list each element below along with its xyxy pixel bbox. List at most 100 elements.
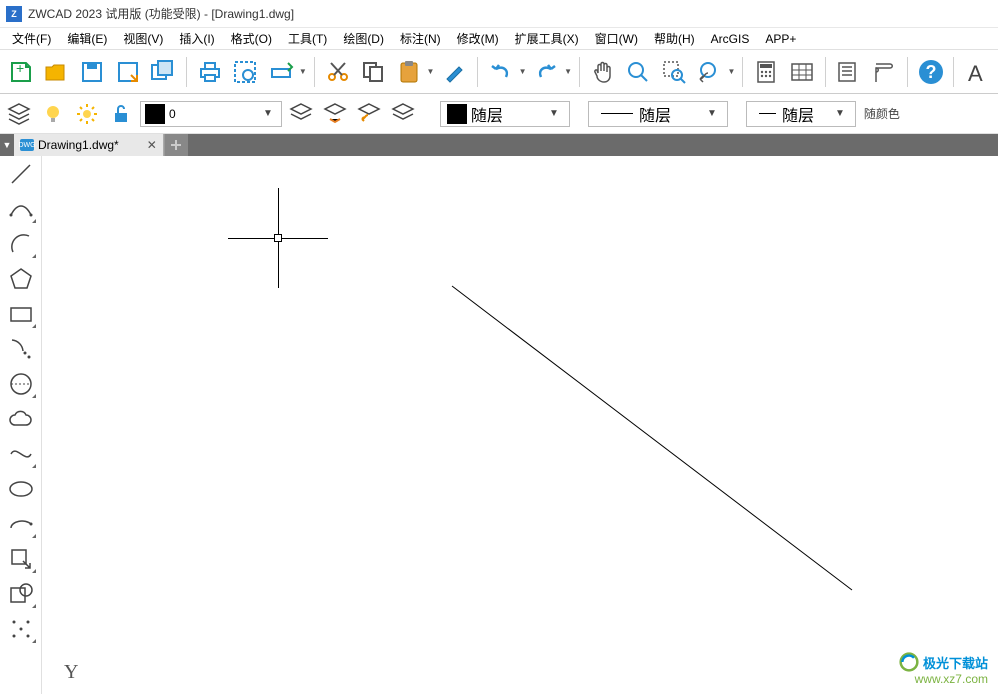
menu-edit[interactable]: 编辑(E): [59, 28, 115, 49]
scissors-icon: [325, 59, 351, 85]
layer-color-swatch: [145, 104, 165, 124]
dropdown-arrow-icon[interactable]: ▼: [563, 67, 573, 76]
menu-express[interactable]: 扩展工具(X): [507, 28, 587, 49]
menu-file[interactable]: 文件(F): [4, 28, 59, 49]
open-button[interactable]: [40, 55, 74, 89]
point-tool[interactable]: [4, 613, 38, 645]
linetype-sample: [601, 113, 633, 114]
polygon-tool[interactable]: [4, 263, 38, 295]
calculator-icon: [753, 59, 779, 85]
layer-name: 0: [169, 107, 259, 121]
circle-diameter-icon: [7, 370, 35, 398]
ucs-axis-indicator: Y: [64, 661, 78, 684]
layer-tool-3[interactable]: [354, 99, 384, 129]
saveall-button[interactable]: [146, 55, 180, 89]
printer-icon: [197, 59, 223, 85]
arc-tool[interactable]: [4, 228, 38, 260]
rectangle-tool[interactable]: [4, 298, 38, 330]
title-text: ZWCAD 2023 试用版 (功能受限) - [Drawing1.dwg]: [28, 5, 294, 22]
insert-block-tool[interactable]: [4, 543, 38, 575]
publish-button[interactable]: [264, 55, 298, 89]
pan-button[interactable]: [586, 55, 620, 89]
table-button[interactable]: [785, 55, 819, 89]
layer-on-button[interactable]: [38, 99, 68, 129]
saveall-icon: [150, 59, 176, 85]
saveas-button[interactable]: [111, 55, 145, 89]
drawing-canvas[interactable]: Y 极光下载站 www.xz7.com: [42, 156, 998, 694]
menu-format[interactable]: 格式(O): [223, 28, 280, 49]
cut-button[interactable]: [321, 55, 355, 89]
ellipse-arc-tool[interactable]: [4, 508, 38, 540]
tab-menu-button[interactable]: ▼: [0, 134, 14, 156]
dropdown-arrow-icon[interactable]: ▼: [726, 67, 736, 76]
menu-dimension[interactable]: 标注(N): [392, 28, 449, 49]
circle-tool[interactable]: [4, 368, 38, 400]
menu-arcgis[interactable]: ArcGIS: [703, 30, 758, 48]
dropdown-arrow-icon[interactable]: ▼: [426, 67, 436, 76]
close-tab-button[interactable]: ✕: [147, 138, 157, 152]
new-button[interactable]: +: [4, 55, 38, 89]
layer-stack-icon: [6, 101, 32, 127]
brush-icon: [441, 59, 467, 85]
save-button[interactable]: [75, 55, 109, 89]
layer-freeze-button[interactable]: [72, 99, 102, 129]
new-tab-button[interactable]: [164, 134, 188, 156]
undo-button[interactable]: [484, 55, 518, 89]
drawing-content: [42, 156, 998, 694]
paste-button[interactable]: [392, 55, 426, 89]
spline-tool[interactable]: [4, 333, 38, 365]
zoom-window-button[interactable]: [657, 55, 691, 89]
color-selector[interactable]: 随层 ▼: [440, 101, 570, 127]
layer-tool-1[interactable]: [286, 99, 316, 129]
calculator-button[interactable]: [749, 55, 783, 89]
properties-toolbar: 0 ▼ 随层 ▼ 随层 ▼ 随层 ▼ 随颜色: [0, 94, 998, 134]
menu-appplus[interactable]: APP+: [757, 30, 804, 48]
sheet-set-button[interactable]: [867, 55, 901, 89]
document-tab-bar: ▼ DWG Drawing1.dwg* ✕: [0, 134, 998, 156]
lineweight-selector[interactable]: 随层 ▼: [746, 101, 856, 127]
dropdown-arrow-icon[interactable]: ▼: [298, 67, 308, 76]
layers-icon: [835, 59, 861, 85]
layer-lock-button[interactable]: [106, 99, 136, 129]
region-tool[interactable]: [4, 578, 38, 610]
menu-tools[interactable]: 工具(T): [280, 28, 335, 49]
menu-view[interactable]: 视图(V): [115, 28, 171, 49]
line-tool[interactable]: [4, 158, 38, 190]
matchprop-button[interactable]: [437, 55, 471, 89]
zoom-button[interactable]: [622, 55, 656, 89]
menu-modify[interactable]: 修改(M): [449, 28, 507, 49]
layer-manager-button[interactable]: [832, 55, 866, 89]
dropdown-arrow-icon[interactable]: ▼: [518, 67, 528, 76]
xline-icon: [7, 195, 35, 223]
print-button[interactable]: [193, 55, 227, 89]
layer-properties-button[interactable]: [4, 99, 34, 129]
menu-window[interactable]: 窗口(W): [587, 28, 646, 49]
menu-help[interactable]: 帮助(H): [646, 28, 703, 49]
ellipse-tool[interactable]: [4, 473, 38, 505]
construction-line-tool[interactable]: [4, 193, 38, 225]
zoom-previous-button[interactable]: [693, 55, 727, 89]
color-label: 随层: [471, 102, 503, 126]
spline-fit-tool[interactable]: [4, 438, 38, 470]
linetype-selector[interactable]: 随层 ▼: [588, 101, 728, 127]
menu-draw[interactable]: 绘图(D): [335, 28, 392, 49]
help-button[interactable]: ?: [914, 55, 948, 89]
menubar: 文件(F) 编辑(E) 视图(V) 插入(I) 格式(O) 工具(T) 绘图(D…: [0, 28, 998, 50]
layer-tool-2[interactable]: [320, 99, 350, 129]
redo-button[interactable]: [530, 55, 564, 89]
app-icon: Z: [6, 6, 22, 22]
menu-insert[interactable]: 插入(I): [171, 28, 222, 49]
ellipse-icon: [7, 475, 35, 503]
text-button[interactable]: A: [960, 55, 994, 89]
layer-tool-4[interactable]: [388, 99, 418, 129]
document-tab-active[interactable]: DWG Drawing1.dwg* ✕: [14, 134, 164, 156]
main-toolbar: + ▼ ▼ ▼ ▼: [0, 50, 998, 94]
zoom-window-icon: [661, 59, 687, 85]
copy-button[interactable]: [356, 55, 390, 89]
workspace: Y 极光下载站 www.xz7.com: [0, 156, 998, 694]
linetype-label: 随层: [639, 102, 671, 126]
revcloud-tool[interactable]: [4, 403, 38, 435]
layer-selector[interactable]: 0 ▼: [140, 101, 282, 127]
ellipse-arc-icon: [7, 510, 35, 538]
print-preview-button[interactable]: [229, 55, 263, 89]
